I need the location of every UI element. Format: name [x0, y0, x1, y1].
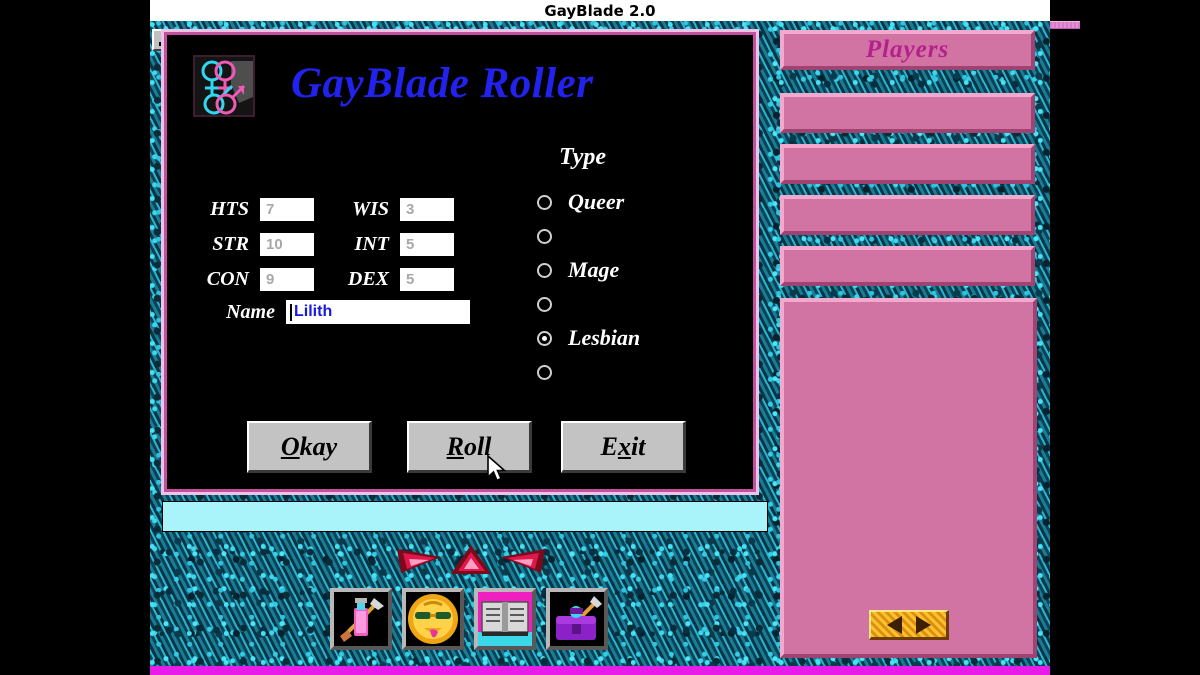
player-detail-panel	[780, 298, 1037, 658]
status-message-bar	[162, 501, 768, 532]
gayblade-roller-dialog: GayBlade Roller HTS 7 STR 10 CON 9 WIS 3…	[161, 29, 759, 495]
okay-button[interactable]: Okay	[247, 421, 372, 473]
sun-face-amulet-item-icon[interactable]	[402, 588, 464, 650]
radio-option-queer[interactable]: Queer	[537, 185, 640, 219]
roll-post: oll	[463, 431, 492, 461]
radio-option-2[interactable]	[537, 219, 640, 253]
radio-icon-4	[537, 296, 552, 312]
players-header-label: Players	[865, 36, 950, 63]
gem-left-icon	[395, 543, 443, 577]
exit-button[interactable]: Ex it	[561, 421, 686, 473]
inventory-item-row	[330, 588, 608, 650]
gem-right-icon	[499, 543, 547, 577]
stat-value-hts[interactable]: 7	[259, 197, 315, 222]
window-title: GayBlade 2.0	[544, 1, 656, 20]
game-screen: GayBlade 2.0 GayBlade Roller HTS 7 STR 1…	[0, 0, 1200, 675]
roll-accel: R	[446, 431, 464, 461]
name-input[interactable]: Lilith	[285, 299, 471, 325]
exit-pre: E	[600, 431, 618, 461]
window-title-bar: GayBlade 2.0	[150, 0, 1050, 21]
stat-row-dex: DEX 5	[337, 267, 455, 292]
roll-button[interactable]: Roll	[407, 421, 532, 473]
text-caret	[290, 303, 292, 321]
player-nav-arrows[interactable]	[869, 610, 949, 640]
open-book-item-icon[interactable]	[474, 588, 536, 650]
stat-row-con: CON 9	[197, 267, 315, 292]
stat-value-con[interactable]: 9	[259, 267, 315, 292]
exit-accel: x	[617, 431, 631, 461]
name-value: Lilith	[294, 303, 333, 320]
player-slot-2[interactable]	[780, 144, 1035, 184]
players-panel: Players	[775, 30, 1040, 670]
stat-row-int: INT 5	[337, 232, 455, 257]
stat-label-hts: HTS	[210, 198, 249, 220]
radio-label-queer: Queer	[568, 189, 625, 214]
stat-row-wis: WIS 3	[337, 197, 455, 222]
player-slot-3[interactable]	[780, 195, 1035, 235]
radio-label-lesbian: Lesbian	[568, 325, 641, 350]
stat-label-int: INT	[354, 233, 389, 255]
radio-option-lesbian[interactable]: Lesbian	[537, 321, 640, 355]
arrow-left-icon[interactable]	[886, 615, 902, 634]
name-label: Name	[226, 300, 275, 323]
player-slot-4[interactable]	[780, 246, 1035, 286]
stat-label-str: STR	[212, 233, 249, 255]
radio-icon-2	[537, 228, 552, 244]
players-panel-header: Players	[780, 30, 1035, 70]
weapon-spray-item-icon[interactable]	[330, 588, 392, 650]
okay-accel: O	[280, 431, 300, 461]
radio-option-4[interactable]	[537, 287, 640, 321]
stat-row-str: STR 10	[197, 232, 315, 257]
gem-center-icon	[447, 543, 495, 577]
stat-value-int[interactable]: 5	[399, 232, 455, 257]
stat-row-hts: HTS 7	[197, 197, 315, 222]
arrow-right-icon[interactable]	[915, 615, 931, 634]
radio-label-mage: Mage	[568, 257, 620, 282]
gender-symbols-icon	[193, 55, 255, 117]
stat-label-wis: WIS	[352, 198, 389, 220]
okay-post: kay	[299, 431, 338, 461]
radio-icon-mage	[537, 262, 552, 278]
type-radio-group: Queer Mage Lesbian	[537, 185, 640, 389]
dialog-title: GayBlade Roller	[291, 60, 594, 107]
dialog-inner-surface: GayBlade Roller HTS 7 STR 10 CON 9 WIS 3…	[167, 35, 753, 489]
stat-value-dex[interactable]: 5	[399, 267, 455, 292]
name-row: Name Lilith	[213, 299, 471, 325]
gem-indicator-row	[395, 543, 555, 579]
exit-post: it	[630, 431, 646, 461]
stat-value-str[interactable]: 10	[259, 232, 315, 257]
radio-icon-queer	[537, 194, 552, 210]
radio-icon-6	[537, 364, 552, 380]
stat-label-dex: DEX	[347, 268, 389, 290]
stat-value-wis[interactable]: 3	[399, 197, 455, 222]
radio-icon-lesbian	[537, 330, 552, 346]
player-slot-1[interactable]	[780, 93, 1035, 133]
stat-label-con: CON	[206, 268, 249, 290]
radio-option-6[interactable]	[537, 355, 640, 389]
type-group-heading: Type	[559, 144, 607, 170]
purple-chest-item-icon[interactable]	[546, 588, 608, 650]
radio-option-mage[interactable]: Mage	[537, 253, 640, 287]
